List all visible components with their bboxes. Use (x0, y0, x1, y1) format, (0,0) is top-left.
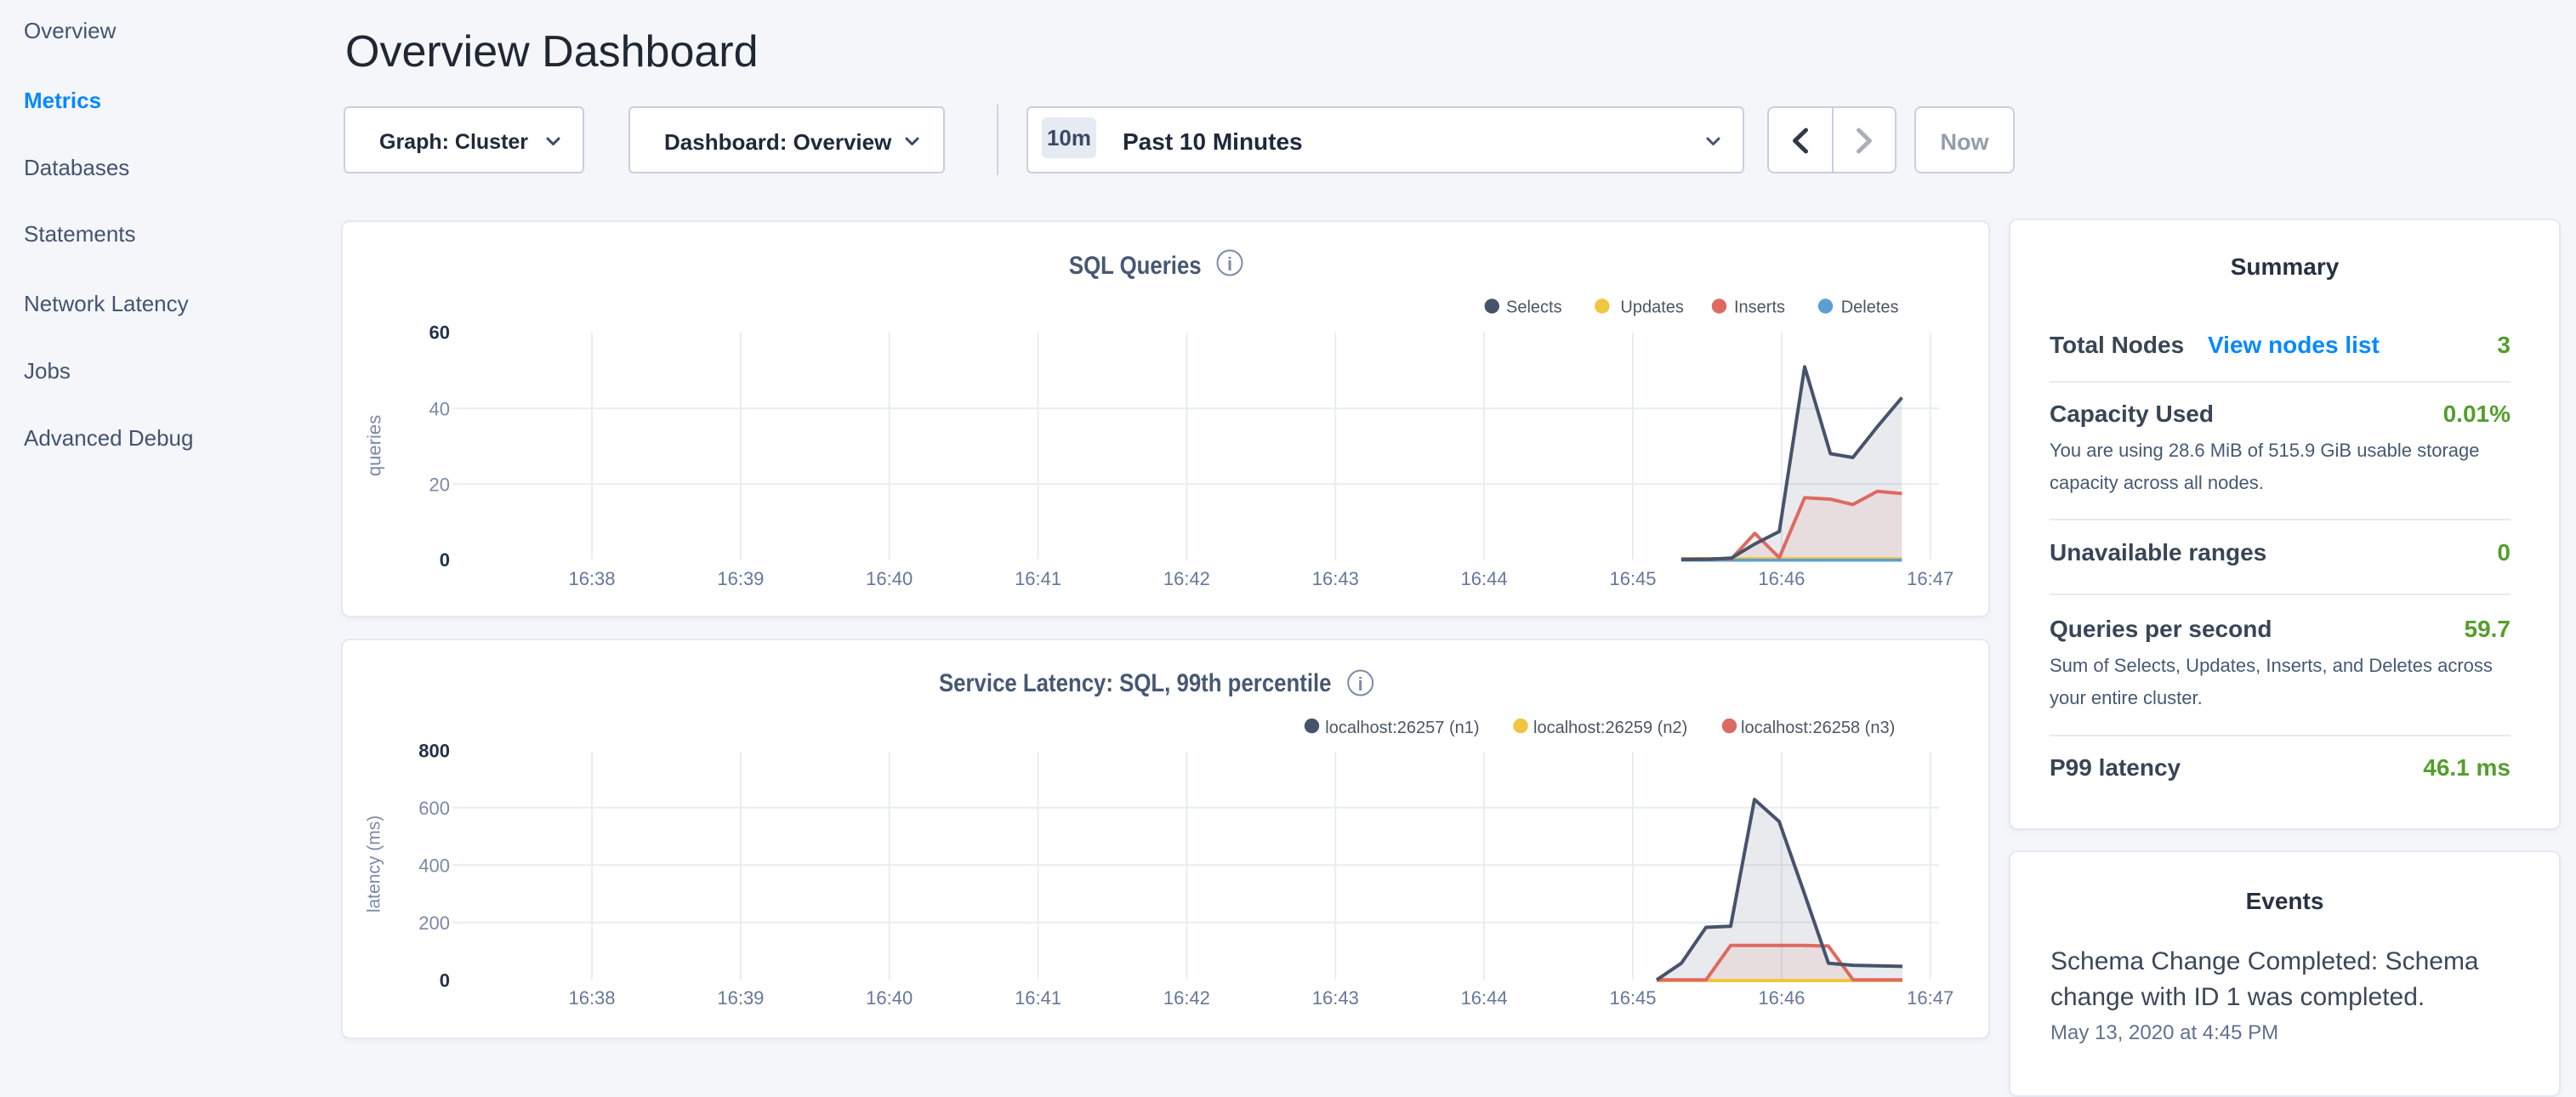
svg-text:60: 60 (429, 321, 450, 343)
svg-text:0: 0 (440, 549, 450, 571)
svg-text:16:40: 16:40 (866, 987, 913, 1009)
svg-text:16:42: 16:42 (1163, 987, 1210, 1009)
svg-text:600: 600 (418, 798, 450, 819)
svg-text:Deletes: Deletes (1841, 298, 1899, 316)
svg-text:16:40: 16:40 (866, 568, 913, 589)
svg-text:16:44: 16:44 (1461, 987, 1508, 1009)
svg-text:16:38: 16:38 (568, 568, 615, 589)
svg-text:localhost:26257 (n1): localhost:26257 (n1) (1325, 719, 1479, 737)
svg-text:Inserts: Inserts (1734, 298, 1785, 316)
svg-text:16:41: 16:41 (1015, 568, 1061, 589)
svg-text:800: 800 (418, 740, 450, 761)
svg-text:SQL Queries: SQL Queries (1069, 251, 1202, 279)
svg-text:i: i (1227, 253, 1232, 275)
svg-text:Updates: Updates (1620, 298, 1684, 316)
svg-text:16:45: 16:45 (1609, 987, 1656, 1009)
svg-text:Selects: Selects (1506, 298, 1562, 316)
svg-text:16:41: 16:41 (1015, 987, 1061, 1009)
svg-text:40: 40 (429, 398, 450, 419)
svg-text:16:46: 16:46 (1758, 987, 1805, 1009)
svg-text:16:43: 16:43 (1312, 987, 1359, 1009)
svg-text:16:39: 16:39 (717, 987, 764, 1009)
svg-text:16:42: 16:42 (1163, 568, 1210, 589)
svg-text:16:38: 16:38 (568, 987, 615, 1009)
svg-text:16:45: 16:45 (1609, 568, 1656, 589)
svg-text:localhost:26258 (n3): localhost:26258 (n3) (1741, 719, 1895, 737)
svg-text:16:44: 16:44 (1461, 568, 1508, 589)
svg-text:16:39: 16:39 (717, 568, 764, 589)
svg-text:16:47: 16:47 (1907, 568, 1953, 589)
svg-text:16:47: 16:47 (1907, 987, 1953, 1009)
svg-text:16:46: 16:46 (1758, 568, 1805, 589)
svg-text:Service Latency: SQL, 99th per: Service Latency: SQL, 99th percentile (939, 668, 1332, 696)
svg-text:0: 0 (440, 969, 450, 991)
svg-text:400: 400 (418, 855, 450, 876)
svg-text:200: 200 (418, 912, 450, 934)
svg-text:localhost:26259 (n2): localhost:26259 (n2) (1533, 719, 1687, 737)
svg-text:20: 20 (429, 474, 450, 495)
svg-text:i: i (1358, 674, 1363, 695)
svg-text:16:43: 16:43 (1312, 568, 1359, 589)
svg-text:latency (ms): latency (ms) (364, 816, 384, 912)
svg-text:queries: queries (364, 415, 385, 476)
